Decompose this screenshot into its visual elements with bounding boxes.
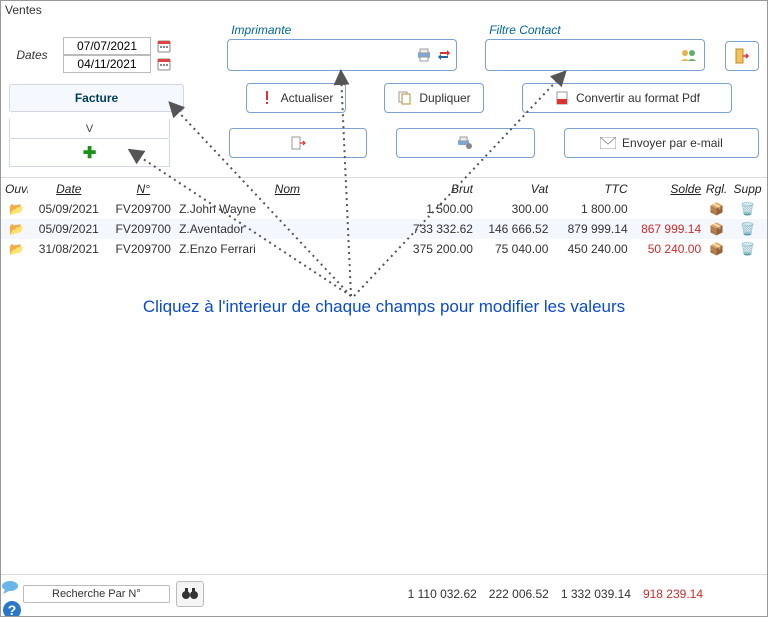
- footer: ? Recherche Par N° 1 110 032.62 222 006.…: [1, 574, 767, 616]
- table-row[interactable]: 📂 05/09/2021 FV209700 Z.John Wayne 1 500…: [1, 199, 767, 219]
- send-email-label: Envoyer par e-mail: [622, 136, 723, 150]
- exclamation-icon: [259, 90, 275, 106]
- total-solde: 918 239.14: [643, 587, 703, 601]
- grid-header: Ouvrir Date N° Nom Brut Vat TTC Solde Rg…: [1, 177, 767, 199]
- table-row[interactable]: 📂 31/08/2021 FV209700 Z.Enzo Ferrari 375…: [1, 239, 767, 259]
- rgl-icon[interactable]: 📦: [701, 202, 732, 216]
- actualiser-button[interactable]: Actualiser: [246, 83, 346, 113]
- hdr-vat: Vat: [473, 182, 548, 196]
- envelope-icon: [600, 135, 616, 151]
- filter-label: Filtre Contact: [485, 23, 705, 39]
- convert-pdf-button[interactable]: Convertir au format Pdf: [522, 83, 732, 113]
- cell-date: 05/09/2021: [28, 202, 109, 216]
- cell-solde: 867 999.14: [628, 222, 701, 236]
- actualiser-label: Actualiser: [281, 91, 334, 105]
- date-to-input[interactable]: [63, 55, 151, 73]
- copy-icon: [397, 90, 413, 106]
- rgl-icon[interactable]: 📦: [701, 222, 732, 236]
- send-email-button[interactable]: Envoyer par e-mail: [564, 128, 759, 158]
- open-icon[interactable]: 📂: [5, 202, 28, 216]
- action3-button[interactable]: [396, 128, 534, 158]
- pdf-icon: [554, 90, 570, 106]
- window-title: Ventes: [1, 1, 767, 23]
- cell-nom: Z.John Wayne: [177, 202, 396, 216]
- delete-icon[interactable]: 🗑️: [732, 202, 763, 216]
- callout-annotation: Cliquez à l'interieur de chaque champs p…: [41, 297, 727, 317]
- hdr-no[interactable]: N°: [109, 182, 177, 196]
- printer-icon: [416, 48, 432, 62]
- printer-combo[interactable]: [227, 39, 457, 71]
- hdr-nom[interactable]: Nom: [177, 182, 396, 196]
- cell-solde: 50 240.00: [628, 242, 701, 256]
- cell-date: 31/08/2021: [28, 242, 109, 256]
- cell-ttc: 879 999.14: [548, 222, 627, 236]
- delete-icon[interactable]: 🗑️: [732, 222, 763, 236]
- open-icon[interactable]: 📂: [5, 242, 28, 256]
- cell-nom: Z.Aventador: [177, 222, 396, 236]
- total-ttc: 1 332 039.14: [561, 587, 631, 601]
- printer-gear-icon: [457, 135, 473, 151]
- cell-date: 05/09/2021: [28, 222, 109, 236]
- door-exit-icon: [734, 48, 750, 64]
- cell-vat: 75 040.00: [473, 242, 548, 256]
- dates-label: Dates: [9, 48, 55, 62]
- cell-no: FV209700: [109, 222, 177, 236]
- hdr-supp: Supp: [732, 182, 763, 196]
- table-row[interactable]: 📂 05/09/2021 FV209700 Z.Aventador 733 33…: [1, 219, 767, 239]
- cell-brut: 1 500.00: [396, 202, 473, 216]
- delete-icon[interactable]: 🗑️: [732, 242, 763, 256]
- dupliquer-label: Dupliquer: [419, 91, 470, 105]
- cell-no: FV209700: [109, 242, 177, 256]
- search-by-number-input[interactable]: Recherche Par N°: [23, 585, 170, 603]
- swap-icon: [438, 49, 450, 61]
- open-icon[interactable]: 📂: [5, 222, 28, 236]
- hdr-rgl: Rgl.: [701, 182, 732, 196]
- cell-vat: 146 666.52: [473, 222, 548, 236]
- cell-brut: 375 200.00: [396, 242, 473, 256]
- add-button[interactable]: ✚: [9, 139, 170, 167]
- cell-ttc: 450 240.00: [548, 242, 627, 256]
- v-row: V: [9, 119, 170, 139]
- hdr-brut: Brut: [396, 182, 473, 196]
- facture-tab[interactable]: Facture: [9, 84, 184, 112]
- speech-bubble-icon: [1, 580, 21, 594]
- date-from-input[interactable]: [63, 37, 151, 55]
- help-icon[interactable]: ?: [2, 600, 22, 617]
- dupliquer-button[interactable]: Dupliquer: [384, 83, 484, 113]
- cell-ttc: 1 800.00: [548, 202, 627, 216]
- binoculars-icon: [182, 588, 198, 600]
- dates-block: Dates: [9, 23, 177, 73]
- hdr-ttc: TTC: [548, 182, 627, 196]
- printer-label: Imprimante: [227, 23, 457, 39]
- hdr-date[interactable]: Date: [28, 182, 109, 196]
- hdr-ouvrir: Ouvrir: [5, 182, 28, 196]
- total-brut: 1 110 032.62: [408, 587, 477, 601]
- total-vat: 222 006.52: [489, 587, 549, 601]
- cell-nom: Z.Enzo Ferrari: [177, 242, 396, 256]
- cell-vat: 300.00: [473, 202, 548, 216]
- plus-icon: ✚: [83, 143, 96, 163]
- action2-button[interactable]: [229, 128, 367, 158]
- filter-contact-combo[interactable]: [485, 39, 705, 71]
- rgl-icon[interactable]: 📦: [701, 242, 732, 256]
- convert-pdf-label: Convertir au format Pdf: [576, 91, 700, 105]
- calendar-icon[interactable]: [157, 57, 171, 71]
- hdr-solde[interactable]: Solde: [628, 182, 701, 196]
- cell-brut: 733 332.62: [396, 222, 473, 236]
- svg-text:?: ?: [8, 602, 17, 617]
- exit-button[interactable]: [725, 41, 759, 71]
- document-arrow-icon: [290, 135, 306, 151]
- calendar-icon[interactable]: [157, 39, 171, 53]
- cell-no: FV209700: [109, 202, 177, 216]
- search-button[interactable]: [176, 581, 204, 607]
- contacts-icon: [680, 48, 698, 62]
